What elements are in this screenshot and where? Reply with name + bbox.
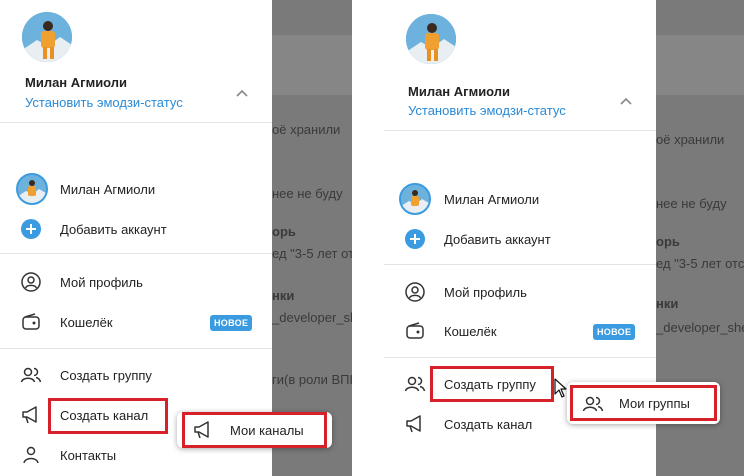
bg-text-line: оё хранили [656,132,725,147]
chat-header-area [272,35,352,95]
bg-text-line: ги(в роли ВПН [272,372,352,387]
divider [0,253,272,254]
chevron-up-icon[interactable] [236,88,248,100]
plus-circle-icon [20,218,42,240]
account-item-label: Милан Агмиоли [60,181,156,197]
account-name: Милан Агмиоли [408,84,511,99]
account-item-label: Милан Агмиоли [444,191,540,207]
emoji-status-link[interactable]: Установить эмодзи-статус [408,103,566,118]
bg-text-line: ед "3-5 лет отс [656,256,744,271]
plus-circle-icon [404,228,426,250]
users-icon [404,373,426,395]
wallet-item[interactable]: Кошелёк НОВОЕ [384,312,656,350]
create-group-label: Создать группу [60,367,152,383]
users-icon [20,364,42,386]
divider [0,348,272,349]
user-circle-icon [20,271,42,293]
wallet-item[interactable]: Кошелёк НОВОЕ [0,303,272,341]
add-account-label: Добавить аккаунт [444,231,551,247]
user-circle-icon [404,281,426,303]
new-badge: НОВОЕ [593,324,636,340]
my-profile-label: Мой профиль [60,274,143,290]
chevron-up-icon[interactable] [620,96,632,108]
megaphone-icon [20,404,42,426]
wallet-label: Кошелёк [60,314,113,330]
create-group-item[interactable]: Создать группу [0,356,272,394]
my-profile-label: Мой профиль [444,284,527,300]
divider [384,357,656,358]
contact-icon [20,444,42,466]
divider [384,130,656,131]
bg-text-line: ед "3-5 лет отс [272,246,352,261]
account-name: Милан Агмиоли [25,75,128,90]
bg-text-line: нее не буду [656,196,727,211]
account-item-current[interactable]: Милан Агмиоли [384,180,656,218]
new-badge: НОВОЕ [210,315,253,331]
my-profile-item[interactable]: Мой профиль [0,263,272,301]
add-account-item[interactable]: Добавить аккаунт [0,210,272,248]
megaphone-icon [404,413,426,435]
my-profile-item[interactable]: Мой профиль [384,273,656,311]
left-panel: оё хранили нее не буду орь ед "3-5 лет о… [0,0,352,476]
highlight-create-group [430,366,554,402]
add-account-label: Добавить аккаунт [60,221,167,237]
bg-text-line: орь [656,234,680,249]
bg-text-line: _developer_she [272,310,352,325]
divider [0,122,272,123]
right-panel: оё хранили нее не буду орь ед "3-5 лет о… [384,0,744,476]
bg-text-line: нее не буду [272,186,343,201]
wallet-icon [404,320,426,342]
divider [384,264,656,265]
mouse-cursor-icon [554,378,567,398]
account-avatar-small [399,183,431,215]
account-avatar-small [16,173,48,205]
highlight-my-groups [570,385,717,421]
avatar[interactable] [406,14,456,64]
bg-text-line: оё хранили [272,122,341,137]
wallet-label: Кошелёк [444,323,497,339]
contacts-label: Контакты [60,447,117,463]
bg-text-line: орь [272,224,296,239]
emoji-status-link[interactable]: Установить эмодзи-статус [25,95,183,110]
bg-text-line: нки [656,296,679,311]
highlight-create-channel [48,398,168,434]
create-channel-label: Создать канал [444,416,533,432]
bg-text-line: нки [272,288,295,303]
add-account-item[interactable]: Добавить аккаунт [384,220,656,258]
wallet-icon [20,311,42,333]
account-item-current[interactable]: Милан Агмиоли [0,170,272,208]
highlight-my-channels [182,412,327,448]
chat-background-left: оё хранили нее не буду орь ед "3-5 лет о… [272,0,352,476]
bg-text-line: _developer_she [656,320,744,335]
chat-header-area [656,35,744,95]
avatar[interactable] [22,12,72,62]
